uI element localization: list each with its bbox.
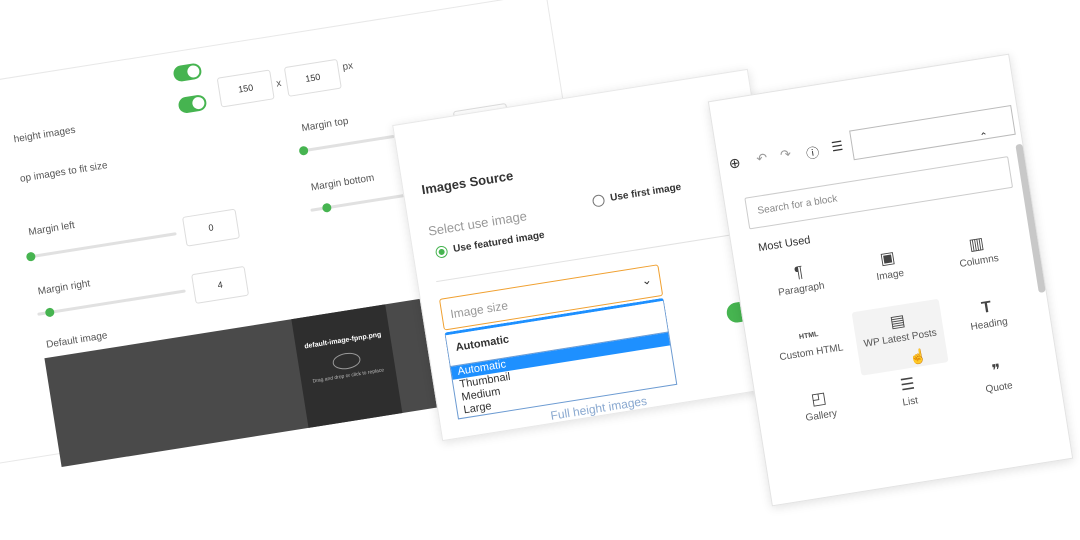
- margin-left-label: Margin left: [27, 220, 76, 239]
- margin-right-label: Margin right: [37, 278, 91, 298]
- block-columns[interactable]: ▥ Columns: [931, 227, 1023, 273]
- block-list[interactable]: ☰ List: [863, 368, 955, 414]
- scrollbar[interactable]: [1015, 143, 1046, 293]
- dimension-separator: x: [275, 77, 283, 90]
- dimension-unit: px: [341, 60, 354, 74]
- outline-icon[interactable]: ☰: [830, 138, 844, 156]
- block-gallery[interactable]: ◰ Gallery: [774, 382, 866, 428]
- add-block-icon[interactable]: ⊕: [728, 154, 742, 173]
- margin-left-thumb[interactable]: [25, 251, 37, 262]
- margin-right-input[interactable]: 4: [191, 265, 250, 304]
- image-thumbnail-icon: [331, 350, 362, 372]
- margin-top-label: Margin top: [300, 115, 350, 135]
- image-preview: default-image-fpnp.png Drag and drop or …: [291, 304, 403, 428]
- file-name: default-image-fpnp.png: [303, 331, 382, 351]
- full-height-toggle[interactable]: [177, 93, 208, 115]
- block-wp-latest-posts[interactable]: ▤ WP Latest Posts ☝: [851, 298, 949, 376]
- undo-icon[interactable]: ↶: [755, 150, 768, 168]
- block-heading[interactable]: T Heading: [941, 291, 1033, 337]
- radio-featured[interactable]: [434, 245, 449, 259]
- margin-top-thumb[interactable]: [298, 145, 309, 156]
- block-inserter-panel: ⊕ ↶ ↷ ⓘ ☰ Search for a block ⌃ Most Used…: [707, 53, 1074, 507]
- pointer-cursor-icon: ☝: [908, 347, 928, 366]
- margin-bottom-thumb[interactable]: [321, 202, 332, 213]
- margin-left-slider[interactable]: [28, 232, 177, 259]
- selected-option: Automatic: [454, 333, 510, 354]
- radio-featured-label: Use featured image: [452, 229, 546, 256]
- section-label: Most Used: [757, 234, 812, 255]
- title-field[interactable]: [849, 104, 1016, 161]
- default-image-label: Default image: [45, 330, 109, 351]
- block-image[interactable]: ▣ Image: [843, 241, 935, 287]
- toggle-top[interactable]: [172, 62, 203, 83]
- width-input[interactable]: 150: [216, 69, 275, 108]
- radio-first[interactable]: [591, 193, 606, 208]
- height-input[interactable]: 150: [283, 58, 342, 97]
- margin-right-thumb[interactable]: [44, 307, 55, 318]
- margin-bottom-label: Margin bottom: [310, 172, 376, 194]
- margin-left-input[interactable]: 0: [182, 208, 241, 247]
- panel-title: Images Source: [420, 167, 515, 198]
- image-size-label: Image size: [449, 298, 509, 322]
- crop-label: op images to fit size: [19, 160, 109, 185]
- chevron-down-icon: ⌄: [640, 272, 653, 288]
- redo-icon[interactable]: ↷: [779, 146, 792, 164]
- info-icon[interactable]: ⓘ: [805, 142, 821, 163]
- full-height-label: height images: [13, 124, 77, 146]
- block-quote[interactable]: ❞ Quote: [951, 354, 1043, 400]
- block-custom-html[interactable]: HTML Custom HTML: [764, 319, 856, 365]
- block-paragraph[interactable]: ¶ Paragraph: [754, 256, 846, 302]
- chevron-up-icon[interactable]: ⌃: [979, 131, 989, 143]
- radio-first-label: Use first image: [609, 181, 683, 204]
- search-placeholder: Search for a block: [756, 193, 839, 217]
